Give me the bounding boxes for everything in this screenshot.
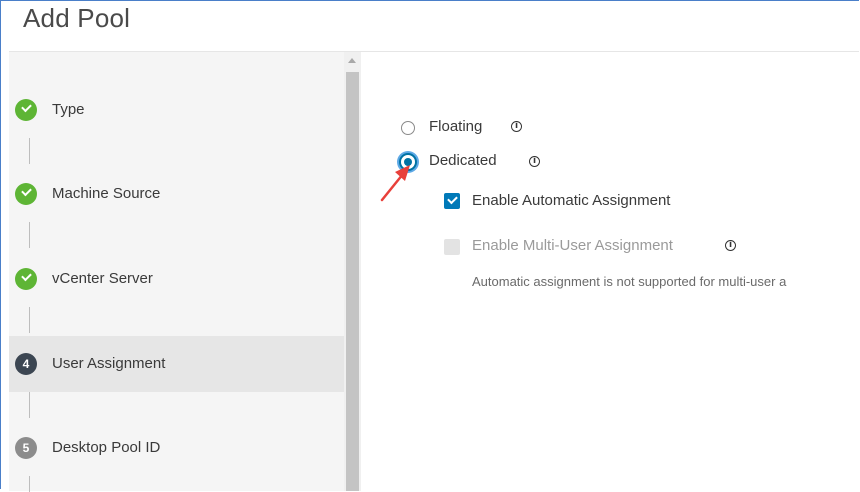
multi-user-note: Automatic assignment is not supported fo… xyxy=(472,274,787,289)
floating-label: Floating xyxy=(429,118,483,135)
check-icon xyxy=(15,268,37,290)
check-icon xyxy=(15,183,37,205)
info-icon[interactable]: i xyxy=(511,121,522,132)
step-type[interactable]: Type xyxy=(9,82,344,138)
scroll-thumb[interactable] xyxy=(346,72,359,491)
dialog-title: Add Pool xyxy=(23,3,131,33)
annotation-arrow-icon xyxy=(380,165,410,202)
step-number-badge: 5 xyxy=(15,437,37,459)
dedicated-label: Dedicated xyxy=(429,152,497,169)
step-connector xyxy=(29,138,30,164)
add-pool-dialog: Add Pool Type Machine Source vCenter Ser… xyxy=(0,0,859,492)
step-label: vCenter Server xyxy=(52,270,153,287)
scroll-up-icon[interactable] xyxy=(348,58,356,63)
step-connector xyxy=(29,307,30,333)
step-user-assignment[interactable]: 4 User Assignment xyxy=(9,336,344,392)
step-vcenter-server[interactable]: vCenter Server xyxy=(9,251,344,307)
step-label: User Assignment xyxy=(52,355,166,372)
info-icon[interactable]: i xyxy=(725,240,736,251)
step-connector xyxy=(29,392,30,418)
step-label: Type xyxy=(52,101,85,118)
step-label: Machine Source xyxy=(52,185,161,202)
info-icon[interactable]: i xyxy=(529,156,540,167)
step-label: Desktop Pool ID xyxy=(52,439,161,456)
step-desktop-pool-id[interactable]: 5 Desktop Pool ID xyxy=(9,420,344,476)
enable-multi-user-assignment-checkbox[interactable] xyxy=(444,239,460,255)
user-assignment-panel: Floating i Dedicated i Enable Automatic … xyxy=(361,52,859,489)
sidebar-scrollbar[interactable] xyxy=(344,52,361,491)
step-number-badge: 4 xyxy=(15,353,37,375)
step-machine-source[interactable]: Machine Source xyxy=(9,166,344,222)
enable-automatic-assignment-label: Enable Automatic Assignment xyxy=(472,192,671,209)
enable-multi-user-assignment-label: Enable Multi-User Assignment xyxy=(472,237,673,254)
check-icon xyxy=(15,99,37,121)
step-connector xyxy=(29,222,30,248)
enable-automatic-assignment-checkbox[interactable] xyxy=(444,193,460,209)
wizard-steps-sidebar: Type Machine Source vCenter Server 4 Use… xyxy=(9,52,344,492)
floating-radio[interactable] xyxy=(401,121,415,135)
